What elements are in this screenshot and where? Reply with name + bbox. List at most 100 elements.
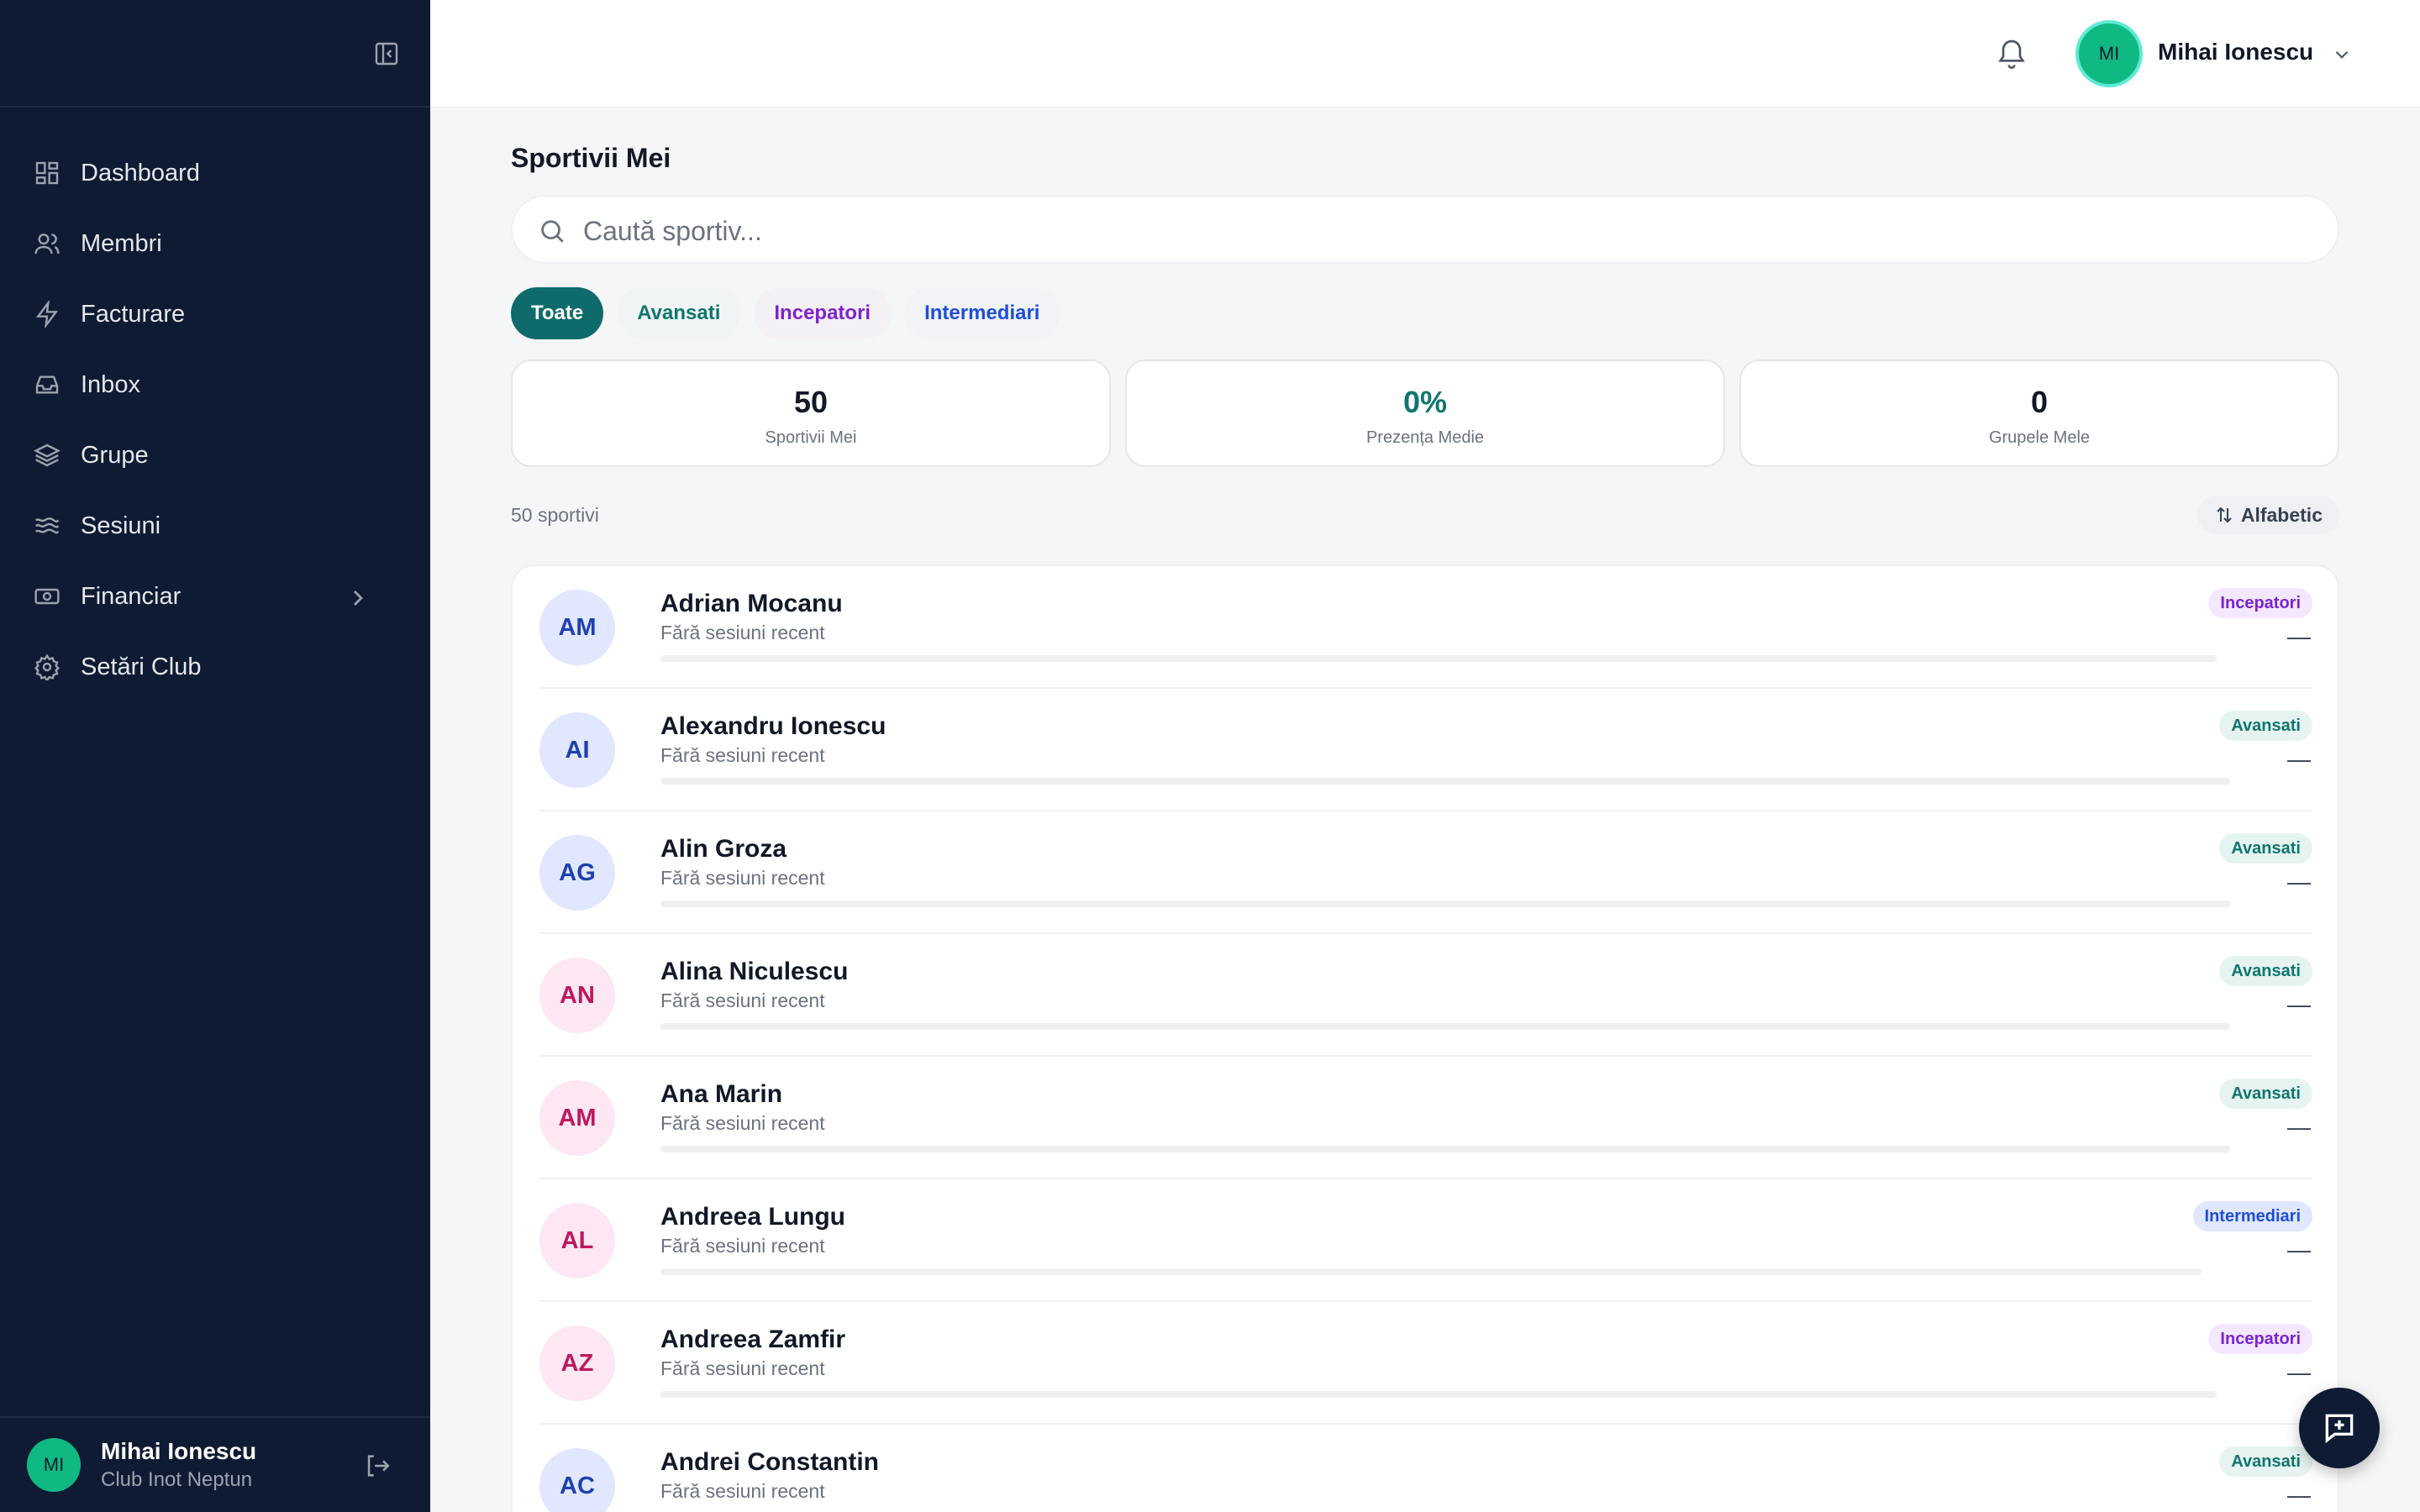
- list-item[interactable]: AC Andrei Constantin Fără sesiuni recent…: [539, 1425, 2312, 1512]
- sidebar-item-label: Membri: [81, 229, 162, 257]
- sidebar-item-label: Setări Club: [81, 653, 202, 680]
- avatar: AI: [539, 712, 615, 788]
- attendance-bar: [660, 900, 2230, 907]
- sort-button[interactable]: Alfabetic: [2196, 496, 2339, 534]
- sidebar-user-club: Club Inot Neptun: [101, 1468, 253, 1491]
- level-badge: Intermediari: [2192, 1201, 2312, 1231]
- sidebar-user[interactable]: MI Mihai Ionescu Club Inot Neptun: [0, 1416, 430, 1512]
- level-badge: Avansati: [2219, 1079, 2312, 1109]
- page-title: Sportivii Mei: [511, 143, 671, 173]
- avatar: AN: [539, 958, 615, 1033]
- sidebar-item-financiar[interactable]: Financiar: [0, 561, 430, 632]
- list-item[interactable]: AM Ana Marin Fără sesiuni recent Avansat…: [539, 1057, 2312, 1179]
- athlete-name: Andreea Zamfir: [660, 1326, 846, 1353]
- sidebar-item-setari-club[interactable]: Setări Club: [0, 632, 430, 702]
- attendance-bar: [660, 1023, 2230, 1030]
- money-icon: [34, 588, 60, 605]
- attendance-bar: [660, 1268, 2202, 1275]
- list-item[interactable]: AL Andreea Lungu Fără sesiuni recent Int…: [539, 1179, 2312, 1302]
- level-badge: Avansati: [2219, 711, 2312, 741]
- sidebar-item-label: Facturare: [81, 300, 186, 328]
- athlete-count: 50 sportivi: [511, 504, 599, 526]
- sidebar-user-name: Mihai Ionescu: [101, 1438, 257, 1464]
- avatar: AC: [539, 1448, 615, 1512]
- inbox-icon: [35, 375, 59, 394]
- attendance-bar: [660, 655, 2217, 662]
- athlete-name: Alin Groza: [660, 835, 787, 863]
- list-item[interactable]: AN Alina Niculescu Fără sesiuni recent A…: [539, 934, 2312, 1057]
- athlete-name: Alexandru Ionescu: [660, 712, 886, 740]
- search-input[interactable]: [583, 210, 2297, 252]
- stat-value: 50: [793, 385, 829, 419]
- list-item[interactable]: AM Adrian Mocanu Fără sesiuni recent Inc…: [539, 566, 2312, 689]
- level-badge: Incepatori: [2208, 1324, 2312, 1354]
- avatar: MI: [27, 1438, 81, 1492]
- sidebar-item-facturare[interactable]: Facturare: [0, 279, 430, 349]
- attendance-value: —: [2287, 869, 2311, 895]
- filter-avansati[interactable]: Avansati: [617, 287, 741, 339]
- stat-card: 50 Sportivii Mei: [511, 360, 1111, 467]
- chat-button[interactable]: [2299, 1388, 2380, 1468]
- filter-chips: Toate Avansati Incepatori Intermediari: [511, 287, 1073, 339]
- sidebar-user-info: Mihai Ionescu Club Inot Neptun: [101, 1438, 256, 1492]
- stat-card: 0 Grupele Mele: [1739, 360, 2339, 467]
- level-badge: Avansati: [2219, 833, 2312, 864]
- stat-card: 0% Prezența Medie: [1125, 360, 1725, 467]
- avatar[interactable]: MI: [2075, 20, 2143, 87]
- avatar: AM: [539, 590, 615, 665]
- logout-icon[interactable]: [363, 1452, 392, 1480]
- list-item[interactable]: AG Alin Groza Fără sesiuni recent Avansa…: [539, 811, 2312, 934]
- sidebar-item-membri[interactable]: Membri: [0, 208, 430, 279]
- athlete-name: Andreea Lungu: [660, 1203, 846, 1231]
- attendance-value: —: [2287, 991, 2311, 1017]
- list-item[interactable]: AZ Andreea Zamfir Fără sesiuni recent In…: [539, 1302, 2312, 1425]
- sort-label: Alfabetic: [2240, 503, 2323, 526]
- user-menu-name[interactable]: Mihai Ionescu: [2158, 39, 2313, 66]
- search-bar[interactable]: [511, 195, 2339, 264]
- sidebar-item-grupe[interactable]: Grupe: [0, 420, 430, 491]
- chevron-down-icon[interactable]: [2331, 44, 2353, 66]
- athlete-status: Fără sesiuni recent: [660, 867, 825, 889]
- sidebar-item-label: Inbox: [81, 370, 140, 398]
- athlete-status: Fără sesiuni recent: [660, 1357, 825, 1379]
- stat-value: 0: [2030, 385, 2049, 419]
- top-header: MI Mihai Ionescu: [430, 0, 2420, 108]
- stat-label: Prezența Medie: [1365, 428, 1485, 447]
- attendance-bar: [660, 778, 2230, 785]
- athlete-status: Fără sesiuni recent: [660, 622, 825, 643]
- avatar: AZ: [539, 1326, 615, 1401]
- filter-toate[interactable]: Toate: [511, 287, 604, 339]
- athlete-status: Fără sesiuni recent: [660, 1112, 825, 1134]
- avatar: AM: [539, 1080, 615, 1156]
- attendance-value: —: [2287, 1359, 2311, 1385]
- avatar: AG: [539, 835, 615, 911]
- attendance-value: —: [2287, 1236, 2311, 1263]
- stats-row: 50 Sportivii Mei 0% Prezența Medie 0 Gru…: [511, 360, 2339, 467]
- sidebar-item-label: Sesiuni: [81, 512, 161, 539]
- filter-intermediari[interactable]: Intermediari: [904, 287, 1060, 339]
- athlete-list: AM Adrian Mocanu Fără sesiuni recent Inc…: [511, 564, 2339, 1512]
- sidebar-item-sesiuni[interactable]: Sesiuni: [0, 491, 430, 561]
- sidebar-item-inbox[interactable]: Inbox: [0, 349, 430, 420]
- dashboard-icon: [35, 161, 59, 185]
- attendance-value: —: [2287, 1114, 2311, 1140]
- sidebar-item-label: Financiar: [81, 582, 182, 610]
- athlete-status: Fără sesiuni recent: [660, 990, 825, 1011]
- avatar: AL: [539, 1203, 615, 1278]
- attendance-value: —: [2287, 746, 2311, 772]
- sidebar-item-label: Dashboard: [81, 159, 200, 186]
- sidebar-collapse-icon[interactable]: [373, 40, 400, 67]
- sidebar-item-dashboard[interactable]: Dashboard: [0, 138, 430, 208]
- attendance-value: —: [2287, 623, 2311, 649]
- bell-icon[interactable]: [1995, 37, 2028, 71]
- stat-value: 0%: [1402, 385, 1448, 419]
- users-icon: [34, 234, 60, 255]
- message-plus-icon: [2325, 1414, 2354, 1444]
- filter-incepatori[interactable]: Incepatori: [754, 287, 892, 339]
- attendance-bar: [660, 1391, 2217, 1398]
- search-icon: [541, 220, 564, 243]
- athlete-status: Fără sesiuni recent: [660, 1480, 825, 1502]
- sidebar: Dashboard Membri Facturare Inbox Grupe S…: [0, 0, 430, 1512]
- list-item[interactable]: AI Alexandru Ionescu Fără sesiuni recent…: [539, 689, 2312, 811]
- level-badge: Avansati: [2219, 1446, 2312, 1477]
